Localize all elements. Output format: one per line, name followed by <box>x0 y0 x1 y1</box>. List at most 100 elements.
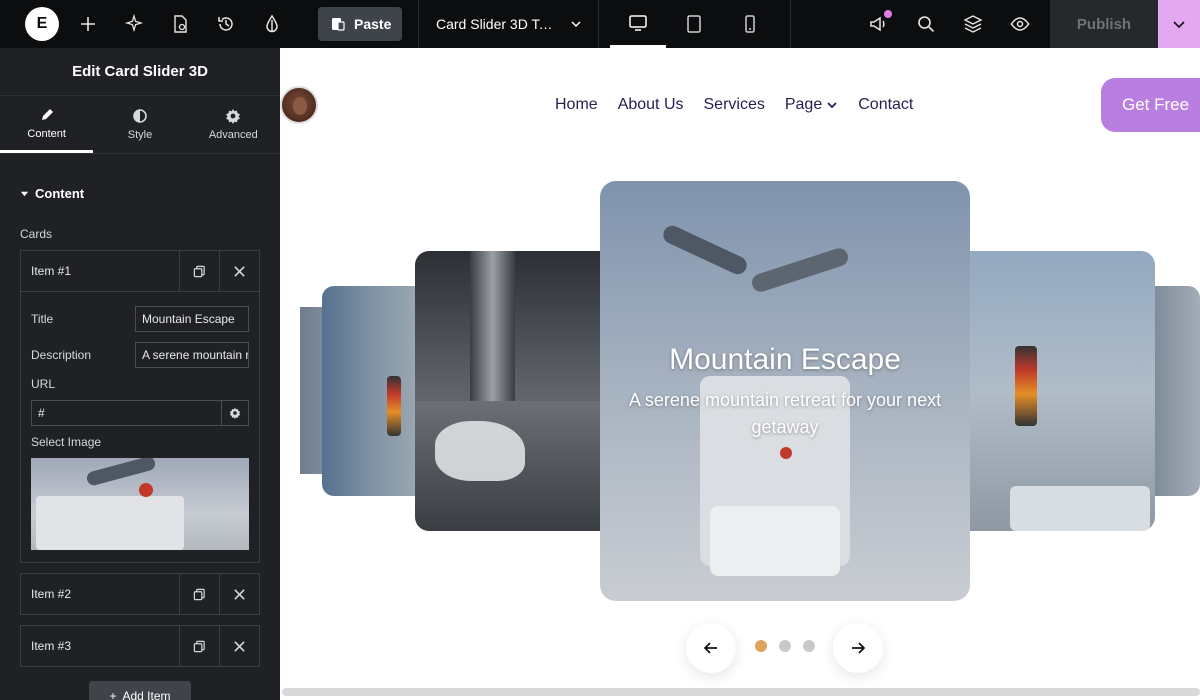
gear-icon <box>226 109 241 124</box>
slide-card-right[interactable] <box>970 251 1155 531</box>
slide-card-left[interactable] <box>415 251 600 531</box>
pencil-icon <box>41 108 53 120</box>
plus-icon: + <box>109 689 117 700</box>
paste-label: Paste <box>354 16 392 32</box>
slide-title: Mountain Escape <box>669 343 901 376</box>
tab-content[interactable]: Content <box>0 96 94 153</box>
gear-icon <box>229 407 241 419</box>
slide-description: A serene mountain retreat for your next … <box>628 390 942 437</box>
tab-style[interactable]: Style <box>93 96 186 153</box>
next-slide-button[interactable] <box>833 623 883 673</box>
panel-tabs: Content Style Advanced <box>0 96 280 154</box>
nav-about-us[interactable]: About Us <box>618 96 684 114</box>
repeater-item-1[interactable]: Item #1 <box>20 250 260 292</box>
content-section-toggle[interactable]: Content <box>20 186 84 201</box>
nav-home[interactable]: Home <box>555 96 598 114</box>
arrow-right-icon <box>852 642 866 654</box>
mobile-icon <box>745 15 755 33</box>
divider <box>418 0 419 48</box>
title-input[interactable]: Mountain Escape <box>135 306 249 332</box>
page-settings-icon[interactable] <box>168 12 192 36</box>
paste-icon <box>332 18 345 31</box>
copy-icon <box>193 640 205 652</box>
nav-contact[interactable]: Contact <box>858 96 913 114</box>
desktop-view-button[interactable] <box>610 0 666 48</box>
tablet-view-button[interactable] <box>666 0 722 48</box>
site-logo-avatar[interactable] <box>280 86 318 124</box>
preview-canvas: Home About Us Services Page Contact Get … <box>280 48 1200 700</box>
publish-button[interactable]: Publish <box>1050 0 1158 48</box>
slide-card-left-back[interactable] <box>322 286 415 496</box>
search-icon[interactable] <box>914 12 938 36</box>
add-item-label: Add Item <box>122 689 171 700</box>
duplicate-item-button[interactable] <box>179 574 219 614</box>
mobile-view-button[interactable] <box>722 0 778 48</box>
repeater-item-label: Item #3 <box>31 639 72 653</box>
title-field-label: Title <box>31 312 54 326</box>
duplicate-item-button[interactable] <box>179 626 219 666</box>
tab-advanced-label: Advanced <box>208 129 258 141</box>
divider <box>598 0 599 48</box>
arrow-left-icon <box>703 642 717 654</box>
copy-icon <box>193 588 205 600</box>
divider <box>790 0 791 48</box>
preview-eye-icon[interactable] <box>1008 12 1032 36</box>
document-title-dropdown[interactable]: Card Slider 3D Template <box>436 0 582 48</box>
link-options-button[interactable] <box>221 400 249 426</box>
repeater-item-label: Item #1 <box>31 264 72 278</box>
url-input[interactable]: # <box>31 400 222 426</box>
structure-layers-icon[interactable] <box>961 12 985 36</box>
caret-down-icon <box>20 191 29 197</box>
previous-slide-button[interactable] <box>686 623 736 673</box>
section-title: Content <box>35 186 85 201</box>
repeater-item-1-fields: Title Mountain Escape Description A sere… <box>20 291 260 563</box>
top-bar: E Paste Card Slider 3D Template <box>0 0 1200 48</box>
slide-card-right-back[interactable] <box>1155 286 1200 496</box>
remove-item-button[interactable] <box>219 626 259 666</box>
chevron-down-icon <box>571 21 581 28</box>
nav-page[interactable]: Page <box>785 96 838 114</box>
image-picker-preview[interactable] <box>31 458 249 550</box>
slide-card-active[interactable]: Mountain Escape A serene mountain retrea… <box>600 181 970 601</box>
cards-label: Cards <box>20 227 53 241</box>
horizontal-scrollbar[interactable] <box>282 688 1200 696</box>
add-element-icon[interactable] <box>76 12 100 36</box>
chevron-down-icon <box>827 102 837 109</box>
url-field-label: URL <box>31 377 56 391</box>
duplicate-item-button[interactable] <box>179 251 219 291</box>
tab-advanced[interactable]: Advanced <box>187 96 280 153</box>
half-circle-icon <box>133 109 147 123</box>
tab-style-label: Style <box>127 129 153 141</box>
nav-services[interactable]: Services <box>704 96 765 114</box>
pagination-dot-1[interactable] <box>755 640 767 652</box>
editor-panel: Edit Card Slider 3D Content Style Advanc… <box>0 48 280 700</box>
get-free-button[interactable]: Get Free <box>1101 78 1200 132</box>
repeater-item-label: Item #2 <box>31 587 72 601</box>
notification-dot <box>884 10 892 18</box>
publish-options-button[interactable] <box>1158 0 1200 48</box>
description-field-label: Description <box>31 348 92 362</box>
close-icon <box>234 588 245 600</box>
remove-item-button[interactable] <box>219 251 259 291</box>
desktop-icon <box>629 14 647 31</box>
add-item-button[interactable]: + Add Item <box>89 681 191 700</box>
repeater-item-2[interactable]: Item #2 <box>20 573 260 615</box>
image-field-label: Select Image <box>31 435 102 449</box>
tablet-icon <box>687 15 701 33</box>
paste-button[interactable]: Paste <box>318 7 402 41</box>
site-style-drop-icon[interactable] <box>260 12 284 36</box>
chevron-down-icon <box>1173 21 1185 29</box>
ai-sparkle-icon[interactable] <box>122 12 146 36</box>
pagination-dot-2[interactable] <box>779 640 791 652</box>
document-title: Card Slider 3D Template <box>436 16 558 32</box>
repeater-item-3[interactable]: Item #3 <box>20 625 260 667</box>
history-icon[interactable] <box>214 12 238 36</box>
elementor-logo-icon[interactable]: E <box>25 7 59 41</box>
remove-item-button[interactable] <box>219 574 259 614</box>
copy-icon <box>193 265 205 277</box>
pagination-dot-3[interactable] <box>803 640 815 652</box>
close-icon <box>234 265 245 277</box>
tab-content-label: Content <box>27 127 66 140</box>
description-input[interactable]: A serene mountain retreat for your next … <box>135 342 249 368</box>
close-icon <box>234 640 245 652</box>
